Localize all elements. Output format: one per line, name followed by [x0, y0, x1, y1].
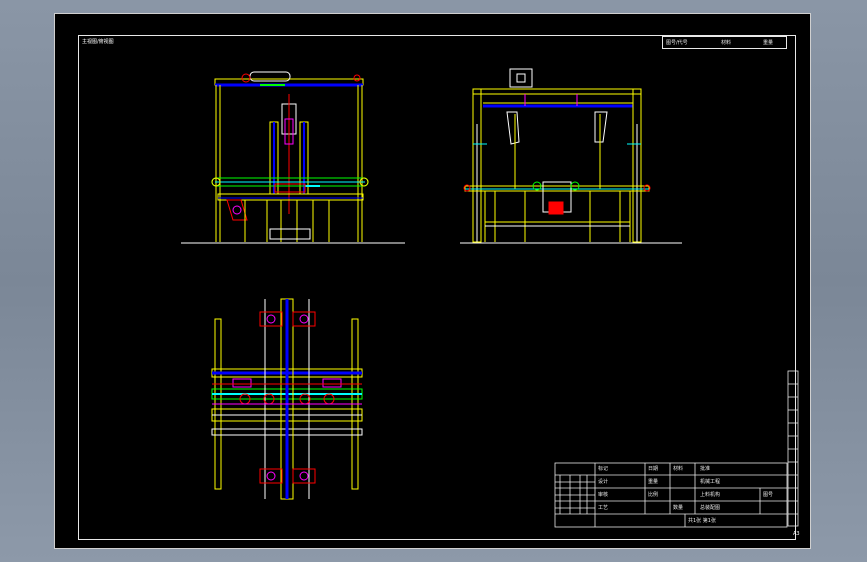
tb-label-4: 工艺: [598, 505, 609, 511]
tb-value-2: 重量: [648, 479, 659, 485]
tb-label-3: 审核: [598, 492, 609, 498]
front-view: [181, 71, 405, 244]
tb-value-5: 数量: [673, 505, 684, 511]
tb-label-1: 标记: [598, 466, 609, 472]
tb-part-name: 上料机构: [700, 492, 721, 498]
sheet-code: A3: [793, 531, 800, 537]
side-view: [460, 68, 682, 244]
tb-sheet: 共1张 第1张: [688, 518, 716, 524]
tb-label-2: 设计: [598, 479, 609, 485]
cad-drawing[interactable]: [55, 14, 812, 550]
tb-label-5: 批准: [700, 466, 711, 472]
tb-drawing-no: 图号: [763, 492, 774, 498]
tb-company: 机械工程: [700, 479, 721, 485]
tb-title: 总装配图: [700, 505, 721, 511]
tb-value-1: 日期: [648, 466, 659, 472]
tb-value-4: 材料: [673, 466, 684, 472]
title-block-lines: [554, 370, 799, 528]
drawing-sheet: 主视图/俯视图 图号/代号 材料 重量 标记 设计 审核 工艺 日期 重量 比例…: [54, 13, 811, 549]
tb-value-3: 比例: [648, 492, 659, 498]
top-view: [211, 298, 363, 500]
